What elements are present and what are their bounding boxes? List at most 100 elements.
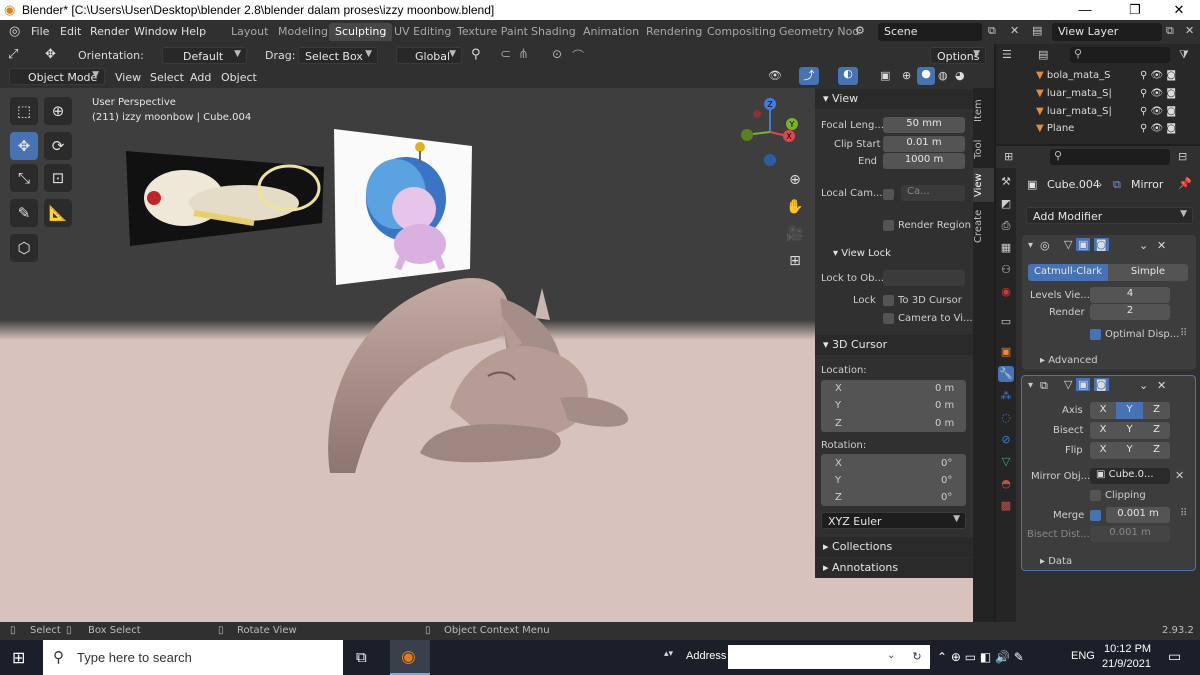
- visibility-icons-1[interactable]: ⚲ 👁 ◙: [1140, 70, 1176, 81]
- simple-button[interactable]: Simple: [1108, 264, 1188, 281]
- delete-view-layer-icon[interactable]: ✕: [1185, 24, 1194, 37]
- tray-icons[interactable]: ⌃ ⊕ ▭ ◧ 🔊 ✎: [937, 650, 1024, 664]
- clear-mirror-object-icon[interactable]: ✕: [1175, 469, 1184, 482]
- visibility-icons-4[interactable]: ⚲ 👁 ◙: [1140, 123, 1176, 134]
- render-tab-icon[interactable]: ◩: [998, 196, 1014, 212]
- menu-file[interactable]: File: [31, 25, 49, 38]
- address-scroll-icon[interactable]: ▴▾: [664, 649, 673, 659]
- tab-layout[interactable]: Layout: [225, 23, 274, 41]
- orientation-dropdown[interactable]: Default ▼: [162, 47, 247, 64]
- windows-start-icon[interactable]: ⊞: [12, 648, 25, 667]
- wireframe-shading-icon[interactable]: ⊕: [902, 69, 911, 82]
- data-tab-icon[interactable]: ▽: [998, 454, 1014, 470]
- visibility-icons-2[interactable]: ⚲ 👁 ◙: [1140, 88, 1176, 99]
- tab-uv-editing[interactable]: UV Editing: [388, 23, 457, 41]
- output-tab-icon[interactable]: ⎙: [998, 218, 1014, 234]
- levels-viewport-field[interactable]: 4: [1090, 287, 1170, 303]
- material-shading-icon[interactable]: ◍: [938, 69, 948, 82]
- outliner-row-3[interactable]: ▼ luar_mata_S|: [1036, 106, 1112, 117]
- outliner-search[interactable]: ⚲: [1070, 47, 1170, 63]
- menu-select[interactable]: Select: [150, 71, 184, 84]
- transform-tool-icon[interactable]: ⤢: [8, 47, 18, 62]
- new-scene-icon[interactable]: ⧉: [988, 24, 996, 38]
- lock-to-cursor-checkbox[interactable]: [883, 295, 894, 306]
- cursor-section-header[interactable]: ▾ 3D Cursor: [815, 335, 973, 355]
- lock-to-object-field[interactable]: [883, 270, 965, 286]
- particles-tab-icon[interactable]: ⁂: [998, 388, 1014, 404]
- taskbar-search-box[interactable]: ⚲ Type here to search: [43, 640, 343, 675]
- clipping-checkbox[interactable]: [1090, 490, 1101, 501]
- loc-x-value[interactable]: 0 m: [935, 383, 954, 394]
- tab-texture-paint[interactable]: Texture Paint: [451, 23, 534, 41]
- snap-target-icon[interactable]: ⋔: [518, 47, 529, 62]
- flip-z-toggle[interactable]: Z: [1143, 442, 1170, 459]
- address-input[interactable]: [728, 645, 904, 669]
- camera-to-view-checkbox[interactable]: [883, 313, 894, 324]
- measure-tool-icon[interactable]: 📐: [44, 199, 72, 227]
- zoom-icon[interactable]: ⊕: [783, 168, 807, 192]
- merge-distance-field[interactable]: 0.001 m: [1106, 507, 1170, 523]
- menu-help[interactable]: Help: [181, 25, 206, 38]
- navigation-gizmo[interactable]: Z X Y: [735, 94, 805, 169]
- menu-render[interactable]: Render: [90, 25, 129, 38]
- rotate-tool-icon[interactable]: ⟳: [44, 132, 72, 160]
- collections-section-header[interactable]: ▸ Collections: [815, 537, 973, 557]
- bisect-distance-field[interactable]: 0.001 m: [1090, 526, 1170, 542]
- tab-item[interactable]: Item: [973, 94, 994, 128]
- blender-menu-icon[interactable]: ◎: [9, 24, 20, 39]
- local-camera-field[interactable]: Ca...: [901, 185, 965, 201]
- scene-tab-icon[interactable]: ⚇: [998, 262, 1014, 278]
- rot-x-value[interactable]: 0°: [941, 458, 952, 469]
- rot-y-value[interactable]: 0°: [941, 475, 952, 486]
- display-mode-icon[interactable]: ▤: [1038, 48, 1048, 61]
- ortho-toggle-icon[interactable]: ⊞: [783, 249, 807, 273]
- collapse-icon[interactable]: ▾: [1028, 380, 1033, 391]
- tab-animation[interactable]: Animation: [577, 23, 645, 41]
- options-dropdown[interactable]: Options ▼: [930, 47, 986, 64]
- focal-length-field[interactable]: 50 mm: [883, 117, 965, 133]
- material-tab-icon[interactable]: ◓: [998, 476, 1014, 492]
- clock-time[interactable]: 10:12 PM: [1104, 643, 1151, 655]
- modifier-dropdown-icon[interactable]: ⌄: [1139, 239, 1148, 252]
- filter-icon[interactable]: ⧩: [1179, 48, 1189, 62]
- move-tool-icon[interactable]: ✥: [10, 132, 38, 160]
- pin-icon[interactable]: ⊟: [1178, 150, 1187, 163]
- menu-view[interactable]: View: [115, 71, 141, 84]
- flip-y-toggle[interactable]: Y: [1116, 442, 1143, 459]
- properties-editor-icon[interactable]: ⊞: [1004, 150, 1013, 163]
- physics-tab-icon[interactable]: ◌: [998, 410, 1014, 426]
- tool-tab-icon[interactable]: ⚒: [998, 174, 1014, 190]
- notifications-icon[interactable]: ▭: [1168, 649, 1181, 665]
- data-subpanel[interactable]: ▸ Data: [1040, 556, 1072, 567]
- select-box-tool-icon[interactable]: ⬚: [10, 97, 38, 125]
- tab-compositing[interactable]: Compositing: [701, 23, 782, 41]
- solid-shading-icon[interactable]: ●: [917, 67, 935, 85]
- texture-tab-icon[interactable]: ▩: [998, 498, 1014, 514]
- maximize-button[interactable]: ❐: [1112, 0, 1158, 20]
- modifier-tab-icon[interactable]: 🔧: [998, 366, 1014, 382]
- snap-icon[interactable]: ⊂: [500, 47, 511, 62]
- axis-x-toggle[interactable]: X: [1090, 402, 1116, 419]
- axis-y-toggle[interactable]: Y: [1116, 402, 1143, 419]
- add-cube-tool-icon[interactable]: ⬡: [10, 234, 38, 262]
- visibility-icons-3[interactable]: ⚲ 👁 ◙: [1140, 106, 1176, 117]
- visibility-icon[interactable]: 👁: [768, 69, 782, 82]
- view-layer-icon[interactable]: ▤: [1032, 24, 1042, 37]
- annotate-tool-icon[interactable]: ✎: [10, 199, 38, 227]
- annotations-section-header[interactable]: ▸ Annotations: [815, 558, 973, 578]
- constraints-tab-icon[interactable]: ⊘: [998, 432, 1014, 448]
- axis-z-toggle[interactable]: Z: [1143, 402, 1170, 419]
- transform-tool-icon[interactable]: ⊡: [44, 164, 72, 192]
- close-button[interactable]: ✕: [1156, 0, 1200, 20]
- menu-edit[interactable]: Edit: [60, 25, 81, 38]
- proportional-edit-icon[interactable]: ⊙: [552, 47, 562, 61]
- tab-modeling[interactable]: Modeling: [272, 23, 334, 41]
- catmull-clark-button[interactable]: Catmull-Clark: [1028, 264, 1108, 281]
- mode-dropdown[interactable]: Object Mode ▼: [9, 68, 105, 85]
- reference-image-1[interactable]: [124, 143, 326, 248]
- outliner-row-2[interactable]: ▼ luar_mata_S|: [1036, 88, 1112, 99]
- add-modifier-dropdown[interactable]: Add Modifier ▼: [1026, 207, 1193, 224]
- tab-geometry-nodes[interactable]: Geometry Nod: [773, 23, 865, 41]
- collection-tab-icon[interactable]: ▭: [998, 314, 1014, 330]
- remove-modifier-icon[interactable]: ✕: [1157, 379, 1166, 392]
